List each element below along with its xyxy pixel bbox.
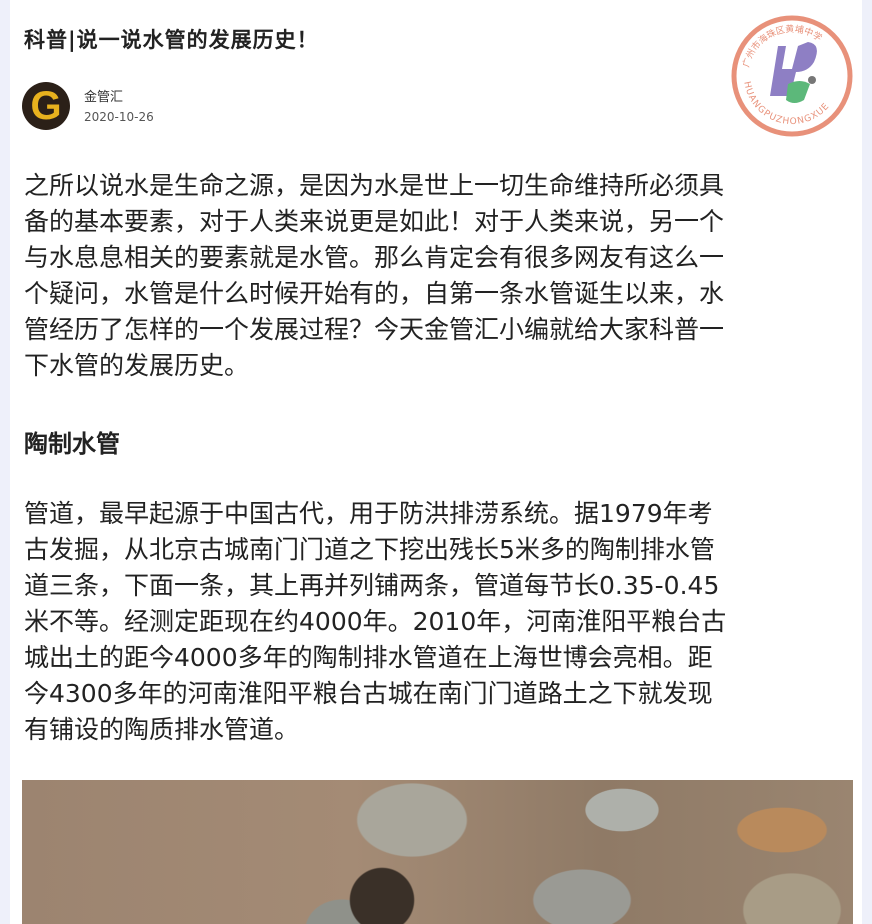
section-paragraph: 管道，最早起源于中国古代，用于防洪排涝系统。据1979年考 古发掘，从北京古城南门… [24,496,726,748]
avatar-letter: G [30,84,62,128]
article-title: 科普|说一说水管的发展历史！ [24,28,319,52]
text-line: 城出土的距今4000多年的陶制排水管道在上海世博会亮相。距 [24,643,713,672]
section-heading: 陶制水管 [24,430,120,458]
text-line: 之所以说水是生命之源，是因为水是世上一切生命维持所必须具 [24,171,725,200]
text-line: 管经历了怎样的一个发展过程？今天金管汇小编就给大家科普一 [24,315,725,344]
text-line: 今4300多年的河南淮阳平粮台古城在南门门道路土之下就发现 [24,679,713,708]
publish-date: 2020-10-26 [84,110,154,124]
text-line: 道三条，下面一条，其上再并列铺两条，管道每节长0.35-0.45 [24,571,720,600]
intro-paragraph: 之所以说水是生命之源，是因为水是世上一切生命维持所必须具 备的基本要素，对于人类来… [24,168,724,384]
text-line: 下水管的发展历史。 [24,351,250,380]
author-name[interactable]: 金管汇 [84,86,123,105]
text-line: 古发掘，从北京古城南门门道之下挖出残长5米多的陶制排水管 [24,535,715,564]
text-line: 管道，最早起源于中国古代，用于防洪排涝系统。据1979年考 [24,499,713,528]
author-avatar[interactable]: G [22,82,70,130]
school-watermark-logo: 广州市海珠区黄埔中学 HUANGPUZHONGXUE [731,15,853,137]
text-line: 与水息息相关的要素就是水管。那么肯定会有很多网友有这么一 [24,243,725,272]
text-line: 备的基本要素，对于人类来说更是如此！对于人类来说，另一个 [24,207,725,236]
article-page: 科普|说一说水管的发展历史！ G 金管汇 2020-10-26 广州市海珠区黄埔… [10,0,862,924]
text-line: 个疑问，水管是什么时候开始有的，自第一条水管诞生以来，水 [24,279,725,308]
ceramic-pipes-photo [22,780,853,924]
text-line: 米不等。经测定距现在约4000年。2010年，河南淮阳平粮台古 [24,607,727,636]
text-line: 有铺设的陶质排水管道。 [24,715,300,744]
